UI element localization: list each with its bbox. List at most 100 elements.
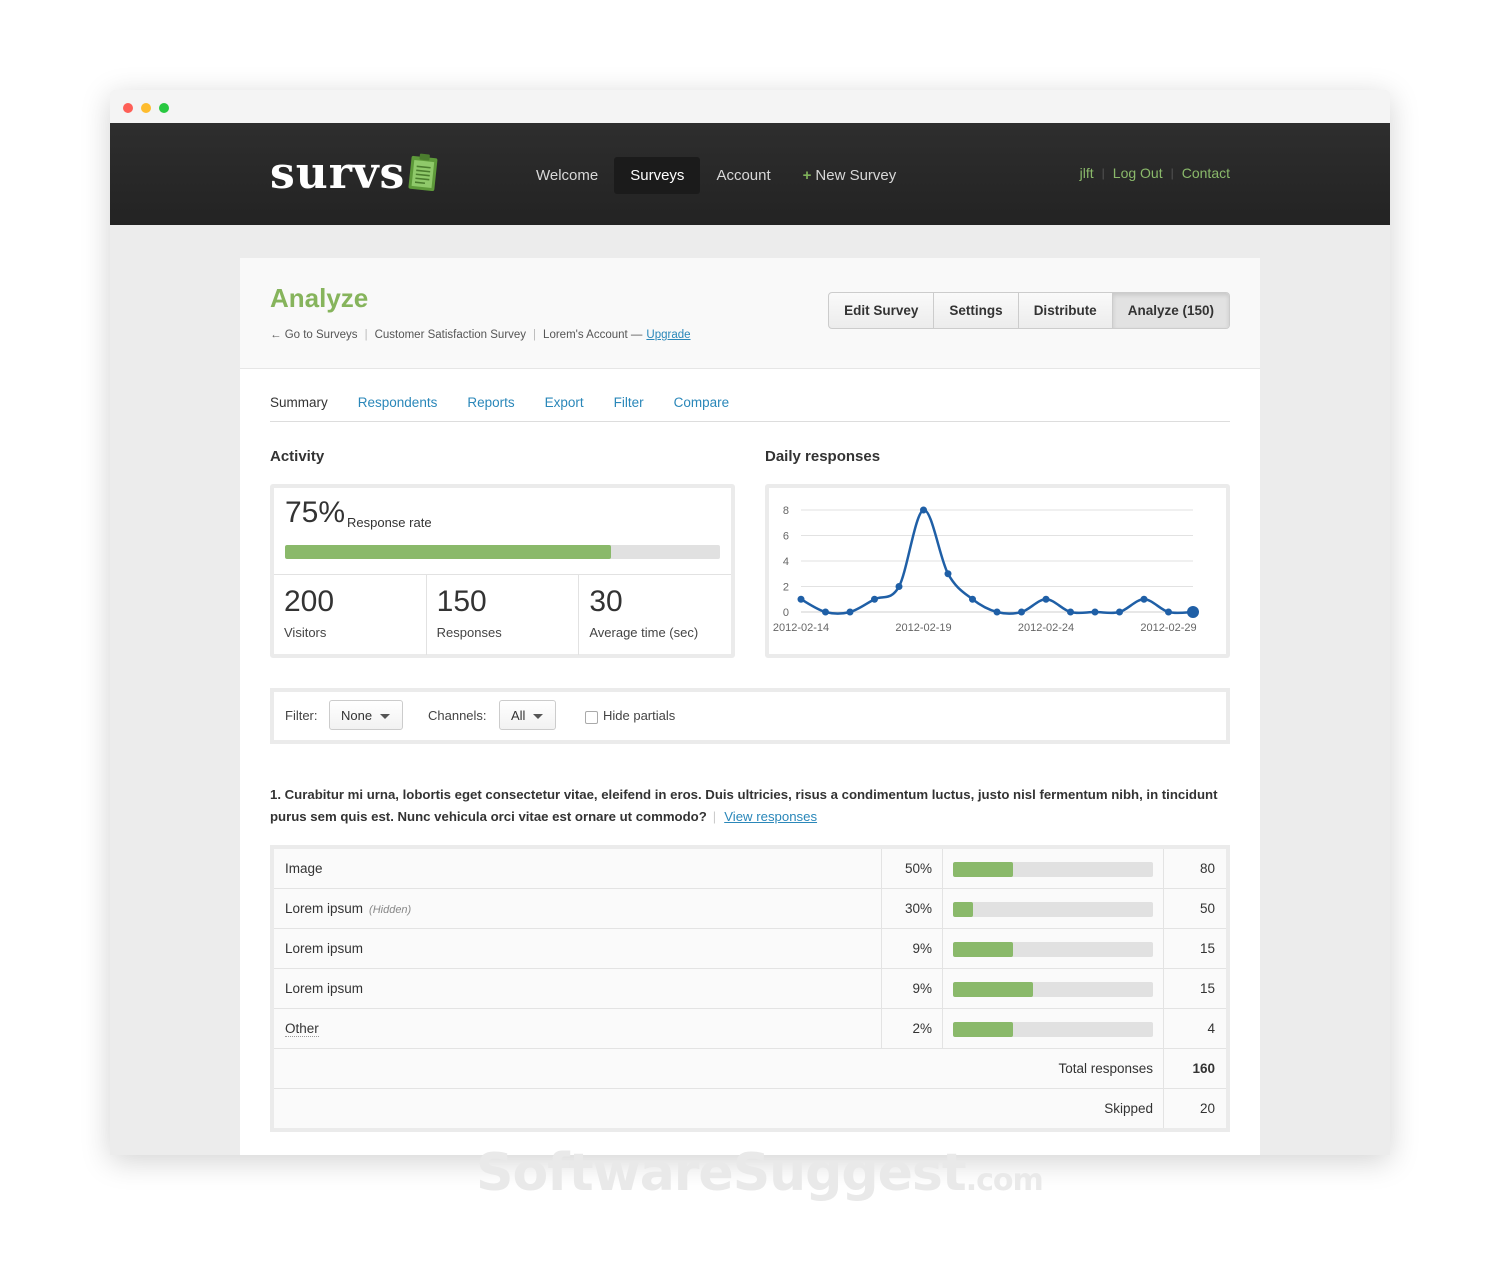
answer-bar xyxy=(953,902,1153,917)
watermark-main: SoftwareSuggest xyxy=(476,1143,967,1203)
logout-link[interactable]: Log Out xyxy=(1113,165,1163,181)
tab-export[interactable]: Export xyxy=(545,395,584,421)
data-point xyxy=(846,608,854,616)
series-line xyxy=(800,508,1194,615)
stat-label: Responses xyxy=(436,625,502,640)
channels-select[interactable]: All xyxy=(499,700,556,730)
answer-label: Lorem ipsum xyxy=(274,969,882,1008)
x-tick-label: 2012-02-19 xyxy=(895,622,951,634)
stat-value: 30 xyxy=(589,585,623,618)
analyze-subtabs: Summary Respondents Reports Export Filte… xyxy=(270,395,1230,422)
answer-bar xyxy=(953,1022,1153,1037)
y-tick-label: 2 xyxy=(783,582,789,594)
answer-note: (Hidden) xyxy=(369,904,412,916)
answer-percent: 9% xyxy=(882,969,943,1008)
answer-count: 80 xyxy=(1199,861,1215,876)
tab-filter[interactable]: Filter xyxy=(614,395,644,421)
data-point xyxy=(969,595,976,603)
data-point xyxy=(797,595,805,603)
answer-bar xyxy=(953,982,1153,997)
x-tick-label: 2012-02-14 xyxy=(773,622,829,634)
chevron-down-icon xyxy=(533,714,544,720)
close-window-button[interactable] xyxy=(123,103,133,113)
view-responses-link[interactable]: View responses xyxy=(724,809,817,824)
nav-surveys[interactable]: Surveys xyxy=(614,157,701,194)
answer-count: 50 xyxy=(1199,901,1215,916)
data-point xyxy=(1116,608,1123,616)
answer-label: Other xyxy=(274,1009,882,1048)
stat-value: 200 xyxy=(284,585,335,618)
contact-link[interactable]: Contact xyxy=(1182,165,1230,181)
tab-reports[interactable]: Reports xyxy=(467,395,514,421)
activity-heading: Activity xyxy=(270,448,325,465)
breadcrumb-go-to-surveys[interactable]: ← Go to Surveys xyxy=(270,329,358,341)
response-rate-bar xyxy=(285,545,720,559)
data-point xyxy=(1140,595,1148,603)
answer-bar-fill xyxy=(953,902,973,917)
filter-label: Filter: xyxy=(285,708,318,723)
data-point xyxy=(895,583,903,590)
response-rate-value: 75% xyxy=(285,496,346,529)
y-tick-label: 0 xyxy=(783,607,789,619)
tab-respondents[interactable]: Respondents xyxy=(358,395,438,421)
edit-survey-button[interactable]: Edit Survey xyxy=(829,293,935,328)
nav-welcome[interactable]: Welcome xyxy=(520,157,614,194)
table-row: Lorem ipsum 9% 15 xyxy=(274,969,1226,1009)
separator: | xyxy=(533,329,537,341)
breadcrumb-survey[interactable]: Customer Satisfaction Survey xyxy=(375,329,526,341)
survs-logo[interactable]: survs xyxy=(270,148,405,199)
answer-percent: 50% xyxy=(882,849,943,888)
window-titlebar xyxy=(110,90,1390,123)
browser-window: survs Welcome Surveys Account + New Surve… xyxy=(110,90,1390,1155)
answers-table: Image 50% 80 Lorem ipsum (Hidden) 30% 50 … xyxy=(270,845,1230,1132)
distribute-button[interactable]: Distribute xyxy=(1019,293,1113,328)
total-responses-row: Total responses 160 xyxy=(274,1049,1226,1089)
softwaresuggest-watermark: SoftwareSuggest.com xyxy=(476,1143,1044,1203)
filter-bar: Filter: None Channels: All Hide partials xyxy=(270,688,1230,744)
answer-bar-cell xyxy=(943,969,1164,1008)
settings-button[interactable]: Settings xyxy=(934,293,1019,328)
answer-count: 15 xyxy=(1199,941,1215,956)
maximize-window-button[interactable] xyxy=(159,103,169,113)
answer-count: 15 xyxy=(1199,981,1215,996)
stat-average-time: 30 Average time (sec) xyxy=(579,575,731,655)
nav-account[interactable]: Account xyxy=(700,157,786,194)
table-row: Lorem ipsum (Hidden) 30% 50 xyxy=(274,889,1226,929)
stat-responses: 150 Responses xyxy=(427,575,580,655)
stat-label: Average time (sec) xyxy=(589,625,699,640)
answer-text: Lorem ipsum xyxy=(285,901,364,916)
x-tick-label: 2012-02-24 xyxy=(1018,622,1074,634)
hide-partials-checkbox[interactable] xyxy=(585,711,598,724)
table-row: Lorem ipsum 9% 15 xyxy=(274,929,1226,969)
answer-bar-cell xyxy=(943,849,1164,888)
y-tick-label: 8 xyxy=(783,505,789,517)
answer-text: Lorem ipsum xyxy=(285,981,364,996)
answer-percent: 9% xyxy=(882,929,943,968)
answer-bar xyxy=(953,942,1153,957)
data-point xyxy=(822,608,829,616)
minimize-window-button[interactable] xyxy=(141,103,151,113)
username-link[interactable]: jlft xyxy=(1080,165,1094,181)
skipped-label: Skipped xyxy=(274,1089,1164,1128)
total-responses-value: 160 xyxy=(1192,1061,1215,1076)
data-point xyxy=(1018,608,1025,616)
tab-compare[interactable]: Compare xyxy=(674,395,730,421)
filter-select[interactable]: None xyxy=(329,700,403,730)
answer-bar-fill xyxy=(953,982,1033,997)
chevron-down-icon xyxy=(380,714,391,720)
answer-bar-cell xyxy=(943,889,1164,928)
analyze-button[interactable]: Analyze (150) xyxy=(1112,293,1229,328)
answer-bar-fill xyxy=(953,862,1013,877)
page-header: Analyze ← Go to Surveys | Customer Satis… xyxy=(240,258,1260,369)
daily-responses-chart: 0 2 4 6 8 2012-02-14 2012-02-19 2012-02-24 2012-… xyxy=(773,505,1199,634)
tab-summary[interactable]: Summary xyxy=(270,395,328,421)
analyze-card: Analyze ← Go to Surveys | Customer Satis… xyxy=(240,258,1260,1155)
answer-label: Lorem ipsum (Hidden) xyxy=(274,889,882,928)
nav-new-survey[interactable]: + New Survey xyxy=(787,157,913,194)
nav-new-survey-label: New Survey xyxy=(815,167,897,184)
stat-value: 150 xyxy=(436,585,487,618)
page-title: Analyze xyxy=(270,283,369,313)
answer-label: Image xyxy=(274,849,882,888)
upgrade-link[interactable]: Upgrade xyxy=(646,329,690,341)
survey-action-buttons: Edit Survey Settings Distribute Analyze … xyxy=(828,292,1230,329)
